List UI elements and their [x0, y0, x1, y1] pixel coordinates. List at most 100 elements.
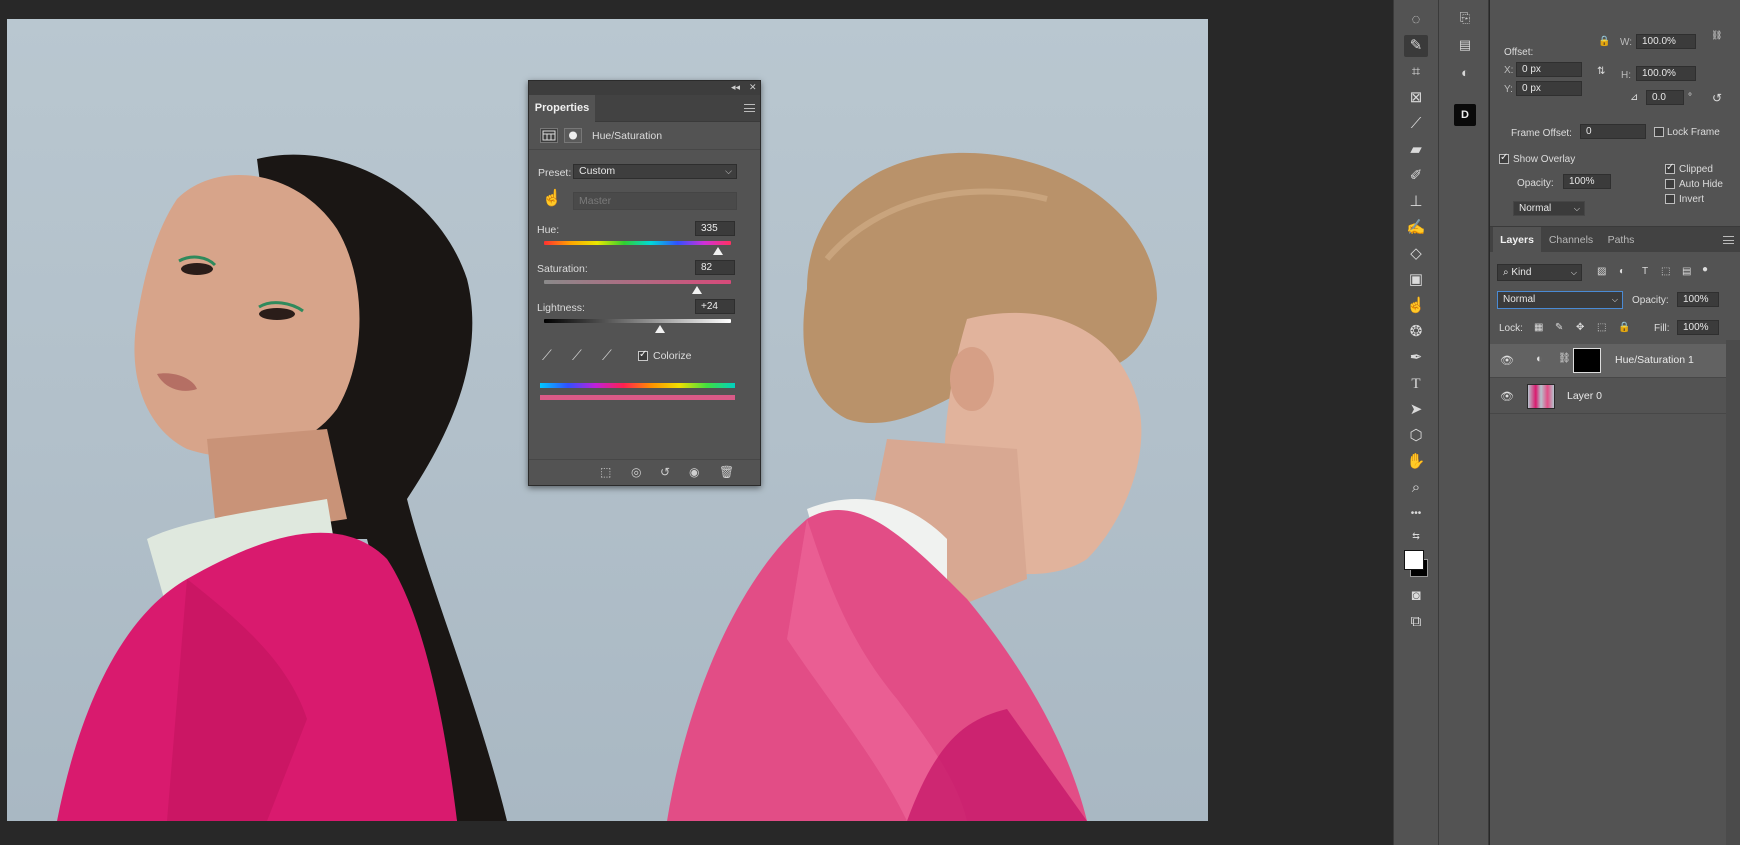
panel-menu-icon[interactable] [744, 104, 755, 112]
layer-name[interactable]: Hue/Saturation 1 [1615, 354, 1694, 366]
eyedropper-icon[interactable]: ⟋ [542, 347, 552, 364]
lock-frame-checkbox[interactable] [1654, 127, 1664, 137]
tab-properties[interactable]: Properties [529, 95, 595, 122]
shape-icon[interactable]: ⬡ [1404, 425, 1428, 447]
layers-scrollbar[interactable] [1726, 340, 1740, 845]
history-panel-icon[interactable]: ⎘ [1453, 7, 1477, 29]
lock-position-icon[interactable]: ✥ [1576, 322, 1584, 333]
auto-hide-checkbox[interactable] [1665, 179, 1675, 189]
layer-name[interactable]: Layer 0 [1567, 390, 1602, 402]
filter-type-icon[interactable]: T [1642, 266, 1648, 277]
quick-mask-icon[interactable]: ◙ [1404, 585, 1428, 607]
saturation-slider-thumb[interactable] [692, 286, 703, 294]
frame-offset-field[interactable]: 0 [1580, 124, 1646, 139]
opacity-field[interactable]: 100% [1677, 292, 1719, 307]
invert-checkbox[interactable] [1665, 194, 1675, 204]
brush-icon[interactable]: ✐ [1404, 165, 1428, 187]
frame-icon[interactable]: ⊠ [1404, 87, 1428, 109]
y-field[interactable]: 0 px [1516, 81, 1582, 96]
eyedropper-minus-icon[interactable]: ⟋ [602, 347, 612, 364]
lightness-input[interactable]: +24 [695, 299, 735, 314]
filter-shape-icon[interactable]: ⬚ [1661, 266, 1670, 277]
filter-smart-object-icon[interactable]: ▤ [1682, 266, 1691, 277]
h-field[interactable]: 100.0% [1636, 66, 1696, 81]
tab-paths[interactable]: Paths [1601, 227, 1641, 253]
adjustment-layer-icon[interactable] [540, 128, 558, 143]
zoom-icon[interactable]: ⌕ [1404, 477, 1428, 499]
properties-panel-titlebar[interactable]: ◂◂ ✕ [529, 81, 760, 95]
tab-layers[interactable]: Layers [1493, 227, 1541, 253]
adjustments-panel-icon[interactable]: ◐ [1453, 62, 1477, 84]
type-icon[interactable]: T [1404, 373, 1428, 395]
reset-transform-icon[interactable]: ↺ [1712, 91, 1722, 105]
path-selection-icon[interactable]: ➤ [1404, 399, 1428, 421]
eyedropper-plus-icon[interactable]: ⟋ [572, 347, 582, 364]
delete-icon[interactable]: 🗑 [719, 465, 734, 479]
mask-icon[interactable] [564, 128, 582, 143]
libraries-panel-icon[interactable]: ▤ [1453, 34, 1477, 56]
eyedropper-icon[interactable]: ⟋ [1404, 113, 1428, 135]
overlay-blend-dropdown[interactable]: Normal ⌵ [1513, 201, 1585, 216]
w-field[interactable]: 100.0% [1636, 34, 1696, 49]
filter-adjustment-icon[interactable]: ◐ [1619, 266, 1625, 277]
filter-pixel-icon[interactable]: ▨ [1597, 266, 1606, 277]
overlay-opacity-field[interactable]: 100% [1563, 174, 1611, 189]
visibility-eye-icon[interactable]: 👁 [1500, 390, 1514, 403]
blend-mode-dropdown[interactable]: Normal ⌵ [1497, 291, 1623, 309]
swap-dimensions-icon[interactable]: ⇅ [1597, 66, 1605, 77]
link-icon[interactable]: 🔒 [1598, 36, 1610, 47]
link-proportions-icon[interactable]: ⛓ [1711, 30, 1722, 41]
gradient-icon[interactable]: ▣ [1404, 269, 1428, 291]
properties-panel-icon[interactable]: D [1454, 104, 1476, 126]
close-panel-icon[interactable]: ✕ [749, 82, 757, 93]
lock-transparent-icon[interactable]: ▦ [1534, 322, 1543, 333]
clipped-checkbox[interactable] [1665, 162, 1675, 174]
colorize-checkbox[interactable] [638, 349, 648, 361]
lightness-slider-thumb[interactable] [654, 325, 665, 333]
filter-toggle-icon[interactable]: ● [1702, 264, 1708, 275]
lock-all-icon[interactable]: 🔒 [1618, 322, 1630, 333]
reset-icon[interactable]: ↺ [660, 465, 670, 479]
smudge-icon[interactable]: ☝ [1404, 295, 1428, 317]
clone-stamp-icon[interactable]: ⊥ [1404, 191, 1428, 213]
channel-dropdown[interactable]: Master [573, 192, 737, 210]
layer-thumbnail[interactable] [1527, 384, 1555, 409]
show-overlay-checkbox[interactable] [1499, 152, 1509, 164]
lock-pixels-icon[interactable]: ✎ [1555, 322, 1563, 333]
quick-selection-icon[interactable]: ✎ [1404, 35, 1428, 57]
pen-icon[interactable]: ✒ [1404, 347, 1428, 369]
foreground-color-swatch[interactable] [1404, 550, 1424, 570]
visibility-eye-icon[interactable]: 👁 [1500, 354, 1514, 367]
properties-panel[interactable]: ◂◂ ✕ Properties Hue/Saturation Preset: C… [528, 80, 761, 486]
preset-dropdown[interactable]: Custom ⌵ [573, 164, 737, 179]
hand-icon[interactable]: ✋ [1404, 451, 1428, 473]
collapse-panel-icon[interactable]: ◂◂ [731, 82, 740, 93]
lock-artboard-icon[interactable]: ⬚ [1597, 322, 1606, 333]
swap-colors-icon[interactable]: ⇆ [1404, 529, 1428, 543]
hue-slider-thumb[interactable] [712, 247, 723, 255]
blur-icon[interactable]: ❂ [1404, 321, 1428, 343]
layer-mask-thumbnail[interactable] [1573, 348, 1601, 373]
lightness-slider-track[interactable] [544, 319, 731, 323]
more-tools-icon[interactable]: ••• [1404, 503, 1428, 525]
saturation-slider-track[interactable] [544, 280, 731, 284]
angle-field[interactable]: 0.0 [1646, 90, 1684, 105]
chain-link-icon[interactable]: ⛓ [1558, 353, 1571, 364]
clip-to-layer-icon[interactable]: ⬚ [600, 465, 611, 479]
screen-mode-icon[interactable]: ⧉ [1404, 611, 1428, 633]
x-field[interactable]: 0 px [1516, 62, 1582, 77]
saturation-input[interactable]: 82 [695, 260, 735, 275]
hue-slider-track[interactable] [544, 241, 731, 245]
layer-row[interactable]: 👁 Layer 0 [1490, 380, 1726, 414]
document-canvas[interactable]: ◂◂ ✕ Properties Hue/Saturation Preset: C… [0, 0, 1393, 845]
view-previous-state-icon[interactable]: ◎ [631, 465, 641, 479]
crop-icon[interactable]: ⌗ [1404, 61, 1428, 83]
hue-input[interactable]: 335 [695, 221, 735, 236]
eraser-icon[interactable]: ◇ [1404, 243, 1428, 265]
healing-brush-icon[interactable]: ▰ [1404, 139, 1428, 161]
filter-kind-dropdown[interactable]: ⌕ Kind ⌵ [1497, 264, 1582, 281]
visibility-eye-icon[interactable]: ◉ [689, 465, 699, 479]
history-brush-icon[interactable]: ✍ [1404, 217, 1428, 239]
layer-row[interactable]: 👁 ◐ ⛓ Hue/Saturation 1 [1490, 344, 1726, 378]
targeted-adjustment-hand-icon[interactable]: ☝ [542, 188, 562, 208]
